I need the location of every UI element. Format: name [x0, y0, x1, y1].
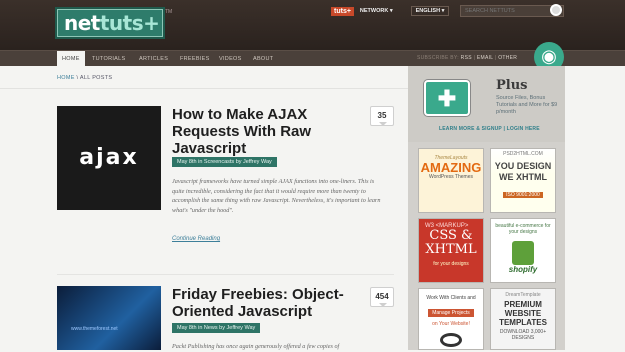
- subscribe-bar: SUBSCRIBE BY: RSS | EMAIL | OTHER: [417, 55, 517, 61]
- ad-banner[interactable]: Work With Clients and Manage Projects on…: [418, 288, 484, 350]
- breadcrumb-separator: \: [76, 75, 79, 81]
- post-thumbnail[interactable]: ajax: [57, 106, 161, 210]
- top-bar: tuts+ NETWORK ▾ ENGLISH ▾: [331, 5, 450, 17]
- post-excerpt: Packt Publishing has once again generous…: [172, 343, 340, 350]
- breadcrumb: HOME \ ALL POSTS: [57, 75, 112, 81]
- plus-links[interactable]: LEARN MORE & SIGNUP | LOGIN HERE: [439, 126, 540, 132]
- plus-icon[interactable]: ✚: [424, 80, 470, 116]
- nav-videos[interactable]: VIDEOS: [219, 51, 242, 67]
- ad-brand: Work With Clients and: [426, 295, 476, 301]
- plus-title[interactable]: Plus: [496, 78, 527, 93]
- post-title[interactable]: How to Make AJAX Requests With Raw Javas…: [172, 106, 362, 157]
- ad-headline: Manage Projects: [428, 309, 474, 317]
- post-thumbnail[interactable]: www.themeforest.net: [57, 286, 161, 350]
- main-nav: HOME TUTORIALS ARTICLES FREEBIES VIDEOS …: [0, 50, 625, 67]
- tuts-brand-badge[interactable]: tuts+: [331, 6, 354, 16]
- language-dropdown[interactable]: ENGLISH ▾: [410, 6, 450, 16]
- ad-headline: PREMIUM WEBSITE TEMPLATES: [499, 300, 547, 327]
- nav-about[interactable]: ABOUT: [253, 51, 273, 67]
- logo-accent: tuts+: [99, 11, 160, 35]
- post-meta: May 8th in Screencasts by Jeffrey Way: [172, 157, 277, 167]
- site-logo[interactable]: nettuts+: [57, 9, 163, 37]
- comment-count[interactable]: 454: [370, 287, 394, 307]
- ad-brand: DreamTemplate: [505, 292, 541, 298]
- search-icon[interactable]: [550, 4, 562, 16]
- comment-count[interactable]: 35: [370, 106, 394, 126]
- ad-caption: DOWNLOAD 3,000+ DESIGNS: [499, 329, 547, 341]
- post-excerpt: Javascript frameworks have turned simple…: [172, 178, 381, 214]
- post-title[interactable]: Friday Freebies: Object-Oriented Javascr…: [172, 286, 362, 320]
- divider: [57, 274, 394, 275]
- ad-banner[interactable]: DreamTemplate PREMIUM WEBSITE TEMPLATES …: [490, 288, 556, 350]
- search-input[interactable]: [460, 5, 564, 17]
- nav-tutorials[interactable]: TUTORIALS: [92, 51, 125, 67]
- subscribe-separator: |: [473, 55, 476, 61]
- ad-banner[interactable]: PSD2HTML.COM YOU DESIGN WE XHTML ISO 900…: [490, 148, 556, 213]
- network-dropdown[interactable]: NETWORK ▾: [360, 8, 393, 14]
- continue-reading-link[interactable]: Continue Reading: [172, 236, 220, 242]
- ad-headline: AMAZING: [420, 160, 482, 175]
- ad-brand: beautiful e-commerce for your designs: [495, 223, 551, 235]
- ad-banner[interactable]: beautiful e-commerce for your designs sh…: [490, 218, 556, 283]
- post-meta: May 8th in News by Jeffrey Way: [172, 323, 261, 333]
- subscribe-label: SUBSCRIBE BY:: [417, 55, 459, 61]
- subscribe-rss[interactable]: RSS: [461, 55, 472, 61]
- ad-logo: [440, 333, 462, 347]
- nav-freebies[interactable]: FREEBIES: [180, 51, 210, 67]
- ad-caption: for your designs: [433, 261, 469, 267]
- plus-description: Source Files, Bonus Tutorials and More f…: [496, 95, 558, 115]
- breadcrumb-home[interactable]: HOME: [57, 75, 75, 81]
- breadcrumb-current: ALL POSTS: [79, 75, 113, 81]
- ad-headline: CSS & XHTML: [425, 228, 477, 257]
- logo-main: net: [64, 11, 100, 35]
- ad-caption: ISO 9001:2000: [503, 192, 543, 198]
- ad-caption: shopify: [508, 265, 538, 274]
- trademark: TM: [165, 9, 173, 15]
- ad-brand: PSD2HTML.COM: [503, 151, 543, 157]
- subscribe-email[interactable]: EMAIL: [477, 55, 493, 61]
- ad-banner[interactable]: W3 <MARKUP> CSS & XHTML for your designs: [418, 218, 484, 283]
- ad-banner[interactable]: ThemeLayouts AMAZING WordPress Themes: [418, 148, 484, 213]
- divider: [0, 88, 408, 89]
- ad-headline: YOU DESIGN WE XHTML: [494, 161, 552, 182]
- nav-home[interactable]: HOME: [57, 51, 85, 67]
- nav-articles[interactable]: ARTICLES: [139, 51, 168, 67]
- shopping-bag-icon: [512, 241, 534, 265]
- subscribe-other[interactable]: OTHER: [498, 55, 517, 61]
- ad-caption: on Your Website!: [432, 321, 470, 327]
- subscribe-separator: |: [494, 55, 497, 61]
